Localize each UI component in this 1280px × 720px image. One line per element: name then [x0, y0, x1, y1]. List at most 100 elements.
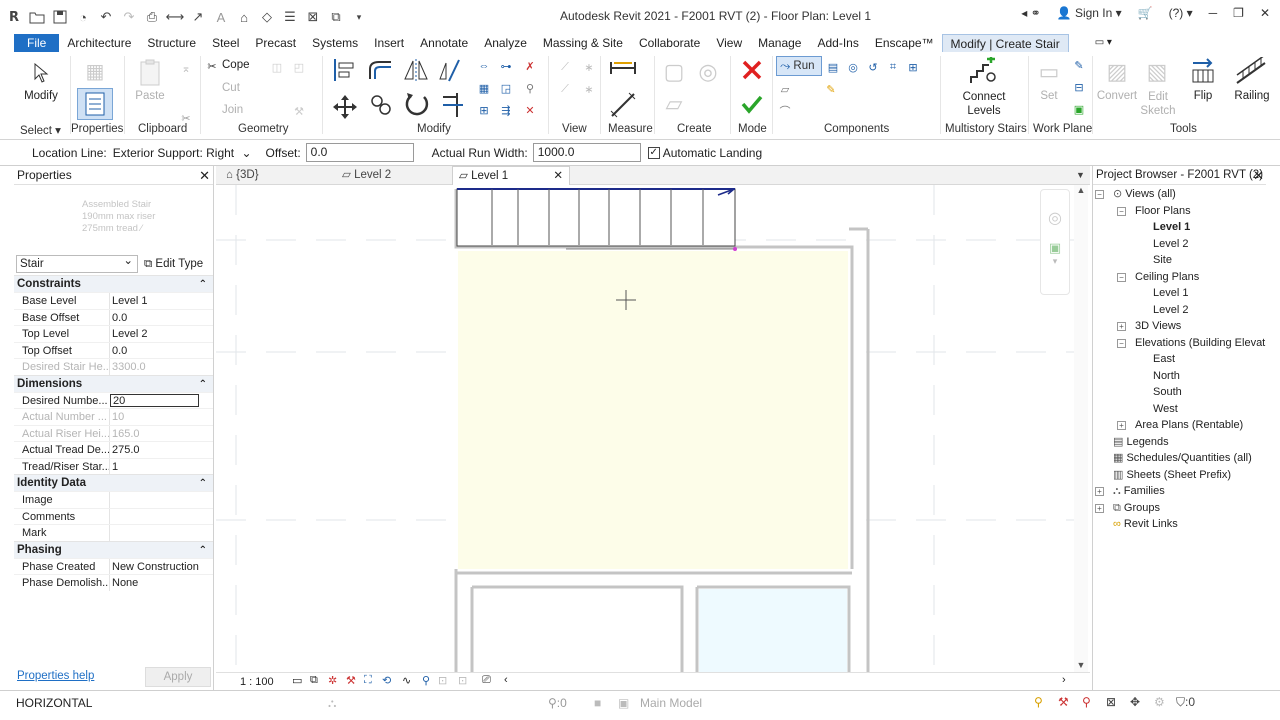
paint-icon[interactable]: ◰ [290, 58, 308, 76]
browser-node[interactable]: Level 2 [1093, 302, 1266, 319]
design-options-icon[interactable]: ■ [594, 696, 601, 710]
temporary-hide-icon[interactable]: ⚲ [422, 674, 430, 687]
property-value[interactable]: None [109, 575, 213, 591]
browser-node[interactable]: North [1093, 368, 1266, 385]
chevron-down-icon[interactable]: ▾ [1041, 256, 1069, 267]
show-work-plane-icon[interactable]: ✎ [1070, 56, 1088, 74]
filter-icon[interactable]: ⛉:0 [1176, 695, 1195, 710]
expand-icon[interactable]: + [1095, 503, 1104, 513]
section-icon[interactable]: ◇ [257, 7, 277, 27]
customize-qat-icon[interactable]: ▾ [349, 7, 369, 27]
browser-node[interactable]: Level 2 [1093, 236, 1266, 253]
run-width-input[interactable]: 1000.0 [532, 143, 641, 162]
restore-button[interactable]: ❐ [1229, 6, 1248, 20]
tab-massing-site[interactable]: Massing & Site [535, 34, 631, 52]
visual-style-icon[interactable]: ⧉ [310, 674, 318, 687]
collapse-icon[interactable]: ⌃ [199, 376, 207, 393]
tab-collaborate[interactable]: Collaborate [631, 34, 708, 52]
location-line-select[interactable]: Exterior Support: Right ⌄ [113, 146, 252, 160]
expand-icon[interactable]: + [1117, 322, 1126, 331]
sketch-line-icon[interactable]: ▱ [776, 80, 794, 98]
tab-architecture[interactable]: Architecture [59, 34, 139, 52]
browser-node[interactable]: Site [1093, 252, 1266, 269]
scroll-up-icon[interactable]: ▲ [1074, 185, 1088, 195]
align-icon[interactable] [330, 56, 358, 84]
connect-levels-button[interactable]: Connect Levels [956, 90, 1012, 118]
delete-icon[interactable]: ✕ [522, 102, 538, 118]
thin-lines-icon[interactable]: ☰ [280, 7, 300, 27]
property-value[interactable]: 1 [109, 458, 213, 474]
tabs-dropdown-icon[interactable]: ▼ [1072, 166, 1090, 185]
property-value[interactable] [109, 492, 213, 508]
tab-modify-create-stair[interactable]: Modify | Create Stair [941, 34, 1069, 52]
browser-node[interactable]: Level 1 [1093, 219, 1266, 236]
tab-level-1[interactable]: ▱ Level 1 ✕ [452, 166, 570, 185]
property-value[interactable]: 3300.0 [109, 359, 213, 375]
property-value[interactable]: 20 [110, 393, 199, 407]
redo-icon[interactable]: ↷ [119, 7, 139, 27]
edit-type-button[interactable]: ⧉ Edit Type [144, 258, 203, 271]
undo-icon[interactable]: ↶ [96, 7, 116, 27]
view-hide-icon[interactable]: ∗ [580, 58, 598, 76]
properties-icon[interactable] [77, 88, 113, 120]
copy-icon[interactable] [368, 92, 394, 118]
tab-systems[interactable]: Systems [304, 34, 366, 52]
property-value[interactable]: 10 [109, 409, 213, 425]
close-icon[interactable]: ✕ [1253, 166, 1264, 185]
tab-analyze[interactable]: Analyze [476, 34, 535, 52]
cart-icon[interactable]: 🛒 [1134, 6, 1157, 20]
dimension-icon[interactable]: ↗ [188, 7, 208, 27]
automatic-landing-checkbox[interactable]: ✓ [647, 146, 660, 159]
split-gap-icon[interactable]: ⊶ [498, 58, 514, 74]
pick-two-elements-icon[interactable]: ✎ [822, 80, 840, 98]
property-value[interactable]: Level 2 [109, 326, 213, 342]
model-options-icon[interactable]: ▣ [618, 696, 629, 710]
create-assembly-icon[interactable]: ▱ [660, 90, 688, 118]
create-group-icon[interactable]: ◎ [694, 58, 722, 86]
expand-icon[interactable]: + [1117, 421, 1126, 430]
background-processes-icon[interactable]: ⚙ [1154, 695, 1165, 709]
drag-elements-icon[interactable]: ✥ [1130, 695, 1140, 709]
convert-icon[interactable]: ▨ [1104, 58, 1130, 86]
unlock-3d-icon[interactable]: ∿ [402, 674, 411, 687]
3d-view-icon[interactable]: ⌂ [234, 7, 254, 27]
tab-structure[interactable]: Structure [139, 34, 204, 52]
mirror-axis-icon[interactable] [402, 56, 430, 84]
open-icon[interactable] [27, 7, 47, 27]
scroll-down-icon[interactable]: ▼ [1074, 660, 1088, 670]
crop-view-icon[interactable]: ⛶ [364, 674, 372, 687]
view-override-icon[interactable]: ⟋ [556, 80, 574, 98]
offset-input[interactable]: 0.0 [305, 143, 414, 162]
u-winder-icon[interactable]: ⊞ [904, 58, 922, 76]
collapse-icon[interactable]: − [1117, 272, 1126, 282]
property-value[interactable]: 0.0 [109, 309, 213, 325]
browser-node[interactable]: ▤ Legends [1093, 434, 1266, 451]
collapse-icon[interactable]: − [1117, 206, 1126, 216]
measure-between-icon[interactable] [608, 58, 638, 78]
ribbon-display-toggle-icon[interactable]: ▭ ▾ [1087, 34, 1120, 52]
set-work-plane-icon[interactable]: ▭ [1036, 58, 1062, 86]
flip-button[interactable]: Flip [1186, 90, 1220, 102]
landing-icon[interactable]: ▤ [824, 58, 842, 76]
aligned-dimension-icon[interactable] [608, 90, 638, 120]
select-pinned-icon[interactable]: ⚲ [1082, 695, 1091, 709]
run-tool-icon[interactable]: ⤳ Run [776, 56, 822, 76]
collapse-icon[interactable]: − [1095, 190, 1104, 199]
sun-path-icon[interactable]: ✲ [328, 674, 337, 687]
move-icon[interactable] [330, 92, 360, 122]
l-winder-icon[interactable]: ⌗ [884, 58, 902, 76]
collapse-icon[interactable]: ⌃ [199, 276, 207, 293]
close-icon[interactable]: ✕ [553, 167, 563, 186]
highlight-displacement-icon[interactable]: ⎚ [482, 674, 491, 687]
browser-node[interactable]: West [1093, 401, 1266, 418]
analysis-model-icon[interactable]: ⊡ [458, 674, 467, 687]
room-area[interactable] [458, 251, 848, 569]
drawing-canvas[interactable]: ◎ ▣ ▾ [216, 185, 1074, 672]
detail-level-icon[interactable]: ▭ [292, 674, 302, 687]
tab-level-2[interactable]: ▱ Level 2 [336, 166, 452, 185]
browser-node[interactable]: − Floor Plans [1093, 203, 1266, 220]
tab-steel[interactable]: Steel [204, 34, 247, 52]
scroll-left-icon[interactable]: ‹ [504, 674, 508, 686]
scale-button[interactable]: 1 : 100 [240, 676, 274, 688]
set-button[interactable]: Set [1032, 90, 1066, 102]
